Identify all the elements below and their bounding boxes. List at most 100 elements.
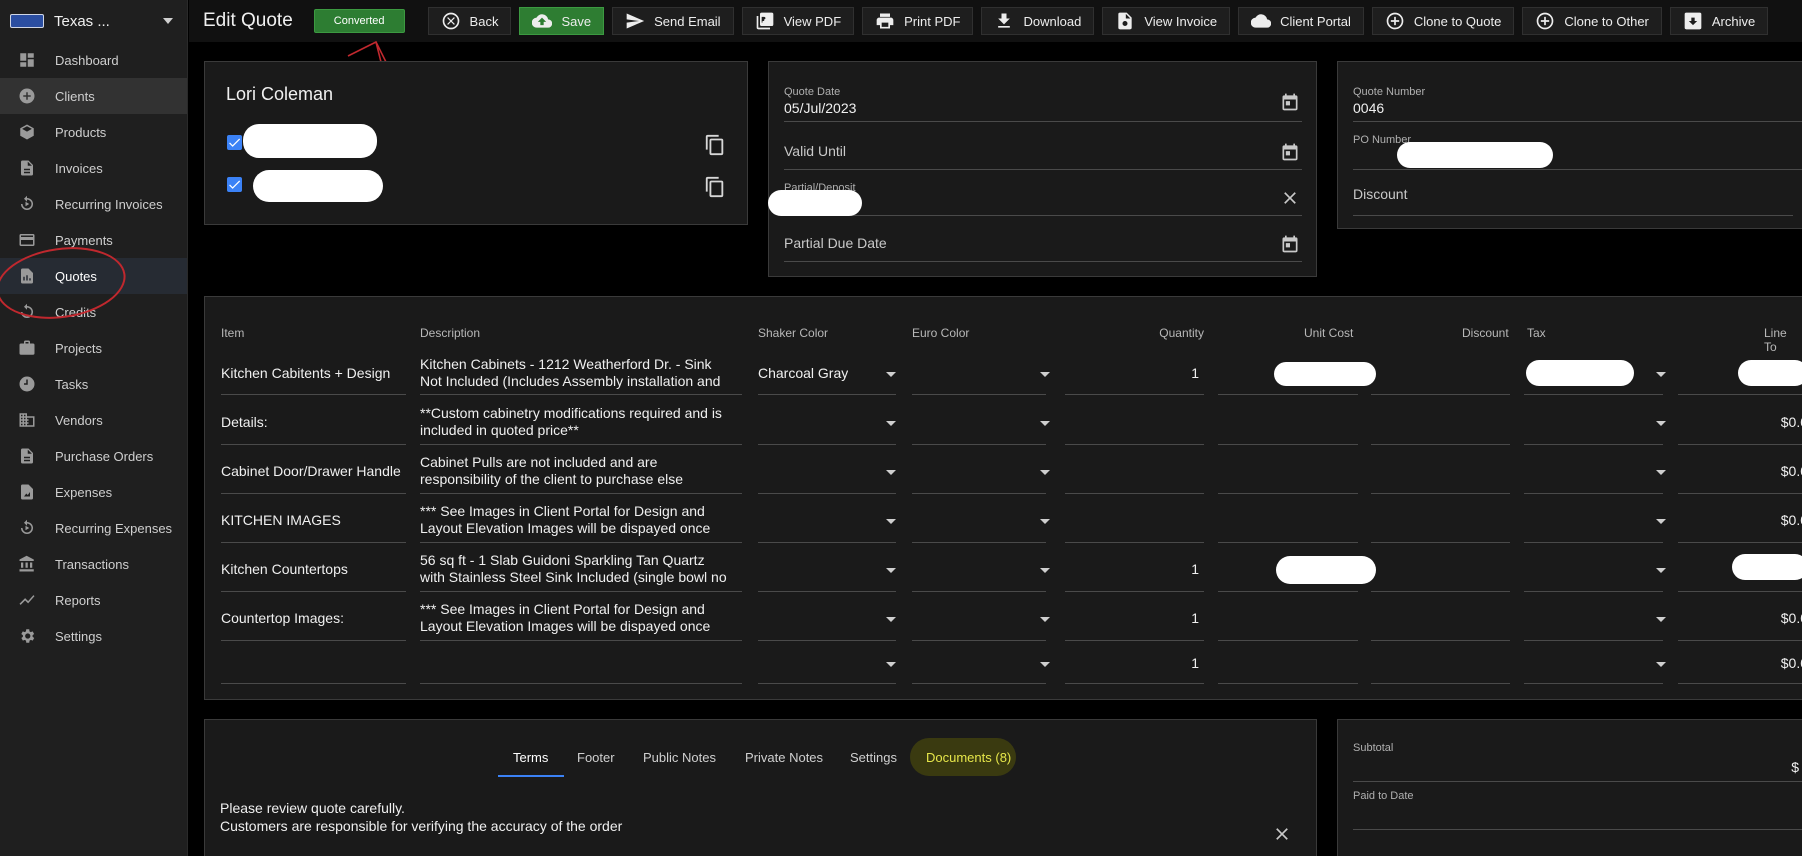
contact-checkbox[interactable] (227, 135, 242, 150)
sidebar-item-vendors[interactable]: Vendors (0, 402, 187, 438)
item-cell-discount[interactable] (1371, 546, 1510, 592)
item-cell-euro-color[interactable] (912, 595, 1046, 641)
sidebar-item-products[interactable]: Products (0, 114, 187, 150)
sidebar-item-transactions[interactable]: Transactions (0, 546, 187, 582)
dropdown-arrow-icon[interactable] (886, 568, 896, 573)
archive-button[interactable]: Archive (1669, 7, 1769, 35)
item-cell-shaker-color[interactable] (758, 448, 896, 494)
dropdown-arrow-icon[interactable] (886, 421, 896, 426)
item-cell-discount[interactable] (1371, 399, 1510, 445)
sidebar-item-purchase-orders[interactable]: Purchase Orders (0, 438, 187, 474)
discount-field[interactable]: Discount (1353, 178, 1793, 216)
partial-due-date-field[interactable]: Partial Due Date (784, 224, 1302, 262)
item-cell-shaker-color[interactable] (758, 546, 896, 592)
dropdown-arrow-icon[interactable] (1656, 662, 1666, 667)
item-cell-discount[interactable] (1371, 350, 1510, 395)
dropdown-arrow-icon[interactable] (1040, 372, 1050, 377)
item-cell-discount[interactable] (1371, 497, 1510, 543)
view-pdf-button[interactable]: View PDF (741, 7, 855, 35)
dropdown-arrow-icon[interactable] (1656, 519, 1666, 524)
close-icon[interactable] (1280, 188, 1300, 208)
item-cell-quantity[interactable] (1065, 448, 1204, 494)
clone-to-quote-button[interactable]: Clone to Quote (1371, 7, 1515, 35)
dropdown-arrow-icon[interactable] (1656, 617, 1666, 622)
sidebar-item-invoices[interactable]: Invoices (0, 150, 187, 186)
clear-terms-icon[interactable] (1272, 824, 1292, 844)
item-cell-euro-color[interactable] (912, 350, 1046, 395)
item-cell-euro-color[interactable] (912, 546, 1046, 592)
dropdown-arrow-icon[interactable] (1040, 470, 1050, 475)
calendar-icon[interactable] (1280, 92, 1300, 112)
tab-public-notes[interactable]: Public Notes (643, 750, 716, 765)
item-cell-euro-color[interactable] (912, 399, 1046, 445)
item-cell-unit-cost[interactable] (1218, 497, 1358, 543)
item-cell-shaker-color[interactable] (758, 399, 896, 445)
item-cell-unit-cost[interactable] (1218, 399, 1358, 445)
sidebar-item-expenses[interactable]: Expenses (0, 474, 187, 510)
item-cell-discount[interactable] (1371, 448, 1510, 494)
item-cell-unit-cost[interactable] (1218, 595, 1358, 641)
item-cell-tax[interactable] (1524, 546, 1663, 592)
client-portal-button[interactable]: Client Portal (1238, 7, 1364, 35)
item-cell-euro-color[interactable] (912, 642, 1046, 684)
download-button[interactable]: Download (981, 7, 1095, 35)
copy-icon[interactable] (704, 134, 726, 156)
item-cell-shaker-color[interactable] (758, 497, 896, 543)
dropdown-arrow-icon[interactable] (1656, 421, 1666, 426)
item-cell-euro-color[interactable] (912, 497, 1046, 543)
sidebar-item-tasks[interactable]: Tasks (0, 366, 187, 402)
item-cell-discount[interactable] (1371, 642, 1510, 684)
copy-icon[interactable] (704, 176, 726, 198)
contact-checkbox[interactable] (227, 177, 242, 192)
dropdown-arrow-icon[interactable] (1656, 568, 1666, 573)
valid-until-field[interactable]: Valid Until (784, 132, 1302, 170)
calendar-icon[interactable] (1280, 234, 1300, 254)
item-cell-shaker-color[interactable] (758, 642, 896, 684)
po-number-field[interactable]: PO Number (1353, 132, 1802, 170)
dropdown-arrow-icon[interactable] (886, 519, 896, 524)
tab-documents-8[interactable]: Documents (8) (926, 750, 1011, 765)
dropdown-arrow-icon[interactable] (1656, 470, 1666, 475)
save-button[interactable]: Save (519, 7, 605, 35)
send-email-button[interactable]: Send Email (612, 7, 734, 35)
item-cell-description[interactable] (420, 642, 742, 684)
dropdown-arrow-icon[interactable] (886, 470, 896, 475)
item-cell-discount[interactable] (1371, 595, 1510, 641)
tab-terms[interactable]: Terms (513, 750, 548, 765)
tab-settings[interactable]: Settings (850, 750, 897, 765)
quote-number-field[interactable]: Quote Number 0046 (1353, 86, 1802, 122)
quote-date-field[interactable]: Quote Date 05/Jul/2023 (784, 86, 1302, 122)
item-cell-tax[interactable] (1524, 497, 1663, 543)
dropdown-arrow-icon[interactable] (1040, 568, 1050, 573)
dropdown-arrow-icon[interactable] (886, 617, 896, 622)
item-cell-quantity[interactable] (1065, 497, 1204, 543)
dropdown-arrow-icon[interactable] (1040, 662, 1050, 667)
client-name[interactable]: Lori Coleman (226, 84, 333, 105)
item-cell-shaker-color[interactable] (758, 595, 896, 641)
item-cell-quantity[interactable] (1065, 399, 1204, 445)
dropdown-arrow-icon[interactable] (1656, 372, 1666, 377)
item-cell-unit-cost[interactable] (1218, 448, 1358, 494)
sidebar-item-recurring-expenses[interactable]: Recurring Expenses (0, 510, 187, 546)
item-cell-tax[interactable] (1524, 595, 1663, 641)
item-cell-tax[interactable] (1524, 448, 1663, 494)
dropdown-arrow-icon[interactable] (1040, 519, 1050, 524)
dropdown-arrow-icon[interactable] (1040, 421, 1050, 426)
sidebar-item-reports[interactable]: Reports (0, 582, 187, 618)
back-button[interactable]: Back (427, 7, 512, 35)
sidebar-item-clients[interactable]: Clients (0, 78, 187, 114)
item-cell-item[interactable] (221, 642, 406, 684)
view-invoice-button[interactable]: View Invoice (1102, 7, 1231, 35)
dropdown-arrow-icon[interactable] (1040, 617, 1050, 622)
tab-private-notes[interactable]: Private Notes (745, 750, 823, 765)
calendar-icon[interactable] (1280, 142, 1300, 162)
sidebar-item-recurring-invoices[interactable]: Recurring Invoices (0, 186, 187, 222)
sidebar-item-dashboard[interactable]: Dashboard (0, 42, 187, 78)
item-cell-tax[interactable] (1524, 642, 1663, 684)
company-selector[interactable]: Texas ... (0, 0, 187, 42)
item-cell-unit-cost[interactable] (1218, 642, 1358, 684)
dropdown-arrow-icon[interactable] (886, 372, 896, 377)
partial-deposit-field[interactable]: Partial/Deposit (768, 178, 1302, 216)
clone-to-other-button[interactable]: Clone to Other (1522, 7, 1662, 35)
item-cell-tax[interactable] (1524, 399, 1663, 445)
